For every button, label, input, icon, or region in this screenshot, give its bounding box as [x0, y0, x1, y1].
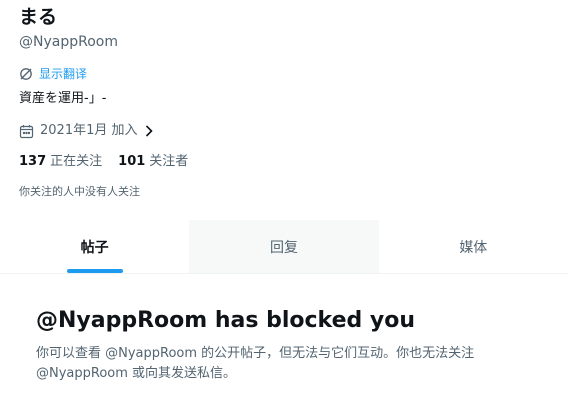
- followers-count: 101: [118, 154, 146, 169]
- tab-media-label: 媒体: [459, 239, 488, 256]
- tab-posts[interactable]: 帖子: [0, 220, 189, 273]
- tab-posts-label: 帖子: [80, 239, 109, 256]
- show-translation-button[interactable]: 显示翻译: [19, 66, 87, 82]
- followers-link[interactable]: 101 关注者: [118, 153, 188, 171]
- tab-media[interactable]: 媒体: [379, 220, 568, 273]
- blocked-description: 你可以查看 @NyappRoom 的公开帖子，但无法与它们互动。你也无法关注 @…: [36, 346, 475, 381]
- following-link[interactable]: 137 正在关注: [19, 153, 102, 171]
- profile-bio: 資産を運用-」-: [19, 91, 107, 106]
- tab-replies-label: 回复: [269, 239, 298, 256]
- translate-icon: [19, 67, 33, 81]
- user-handle: @NyappRoom: [19, 34, 118, 50]
- following-label: 正在关注: [50, 154, 103, 169]
- followers-you-know-note: 你关注的人中没有人关注: [19, 185, 140, 198]
- join-date-label: 2021年1月 加入: [40, 123, 138, 138]
- following-count: 137: [19, 154, 47, 169]
- blocked-notice: @NyappRoom has blocked you 你可以查看 @NyappR…: [36, 306, 556, 384]
- active-tab-indicator: [66, 269, 123, 273]
- blocked-title: @NyappRoom has blocked you: [36, 308, 416, 333]
- tab-replies[interactable]: 回复: [189, 220, 379, 273]
- display-name: まる: [19, 6, 58, 28]
- show-translation-label: 显示翻译: [39, 67, 88, 81]
- chevron-right-icon: [144, 124, 154, 138]
- profile-tabs: 帖子 回复 媒体: [0, 220, 568, 274]
- calendar-icon: [19, 124, 34, 139]
- followers-label: 关注者: [149, 154, 189, 169]
- profile-stats: 137 正在关注 101 关注者: [19, 153, 188, 171]
- join-date[interactable]: 2021年1月 加入: [19, 122, 154, 140]
